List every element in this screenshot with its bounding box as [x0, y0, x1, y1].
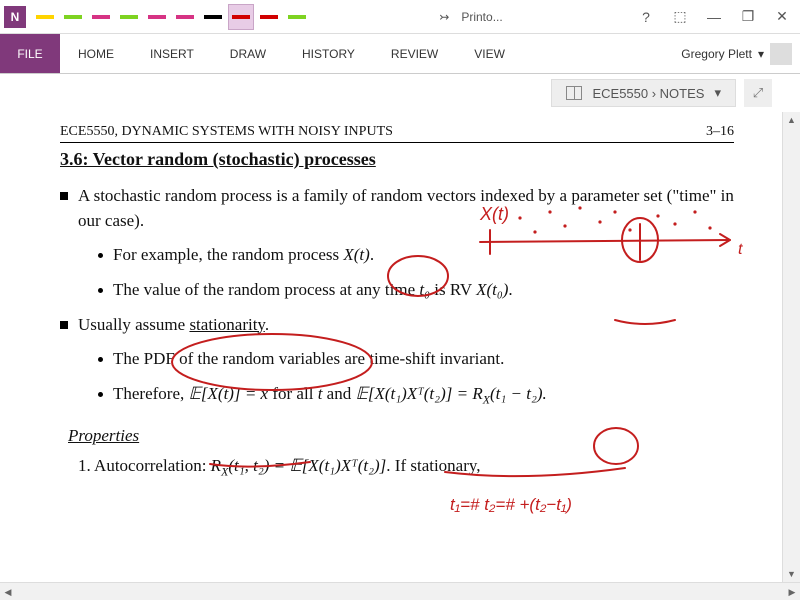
- scroll-right-button[interactable]: ▶: [784, 583, 800, 600]
- user-menu[interactable]: Gregory Plett ▾: [681, 34, 800, 73]
- dot-bullet-icon: [98, 253, 103, 258]
- minimize-button[interactable]: —: [700, 5, 728, 29]
- pen-red-2[interactable]: [256, 4, 282, 30]
- dot-bullet-icon: [98, 392, 103, 397]
- close-button[interactable]: ✕: [768, 5, 796, 29]
- avatar: [770, 43, 792, 65]
- bullet-1: A stochastic random process is a family …: [60, 184, 734, 233]
- breadcrumb-text: ECE5550 › NOTES: [592, 86, 704, 101]
- bullet-1b-text: The value of the random process at any t…: [113, 278, 513, 303]
- pen-pink-1[interactable]: [88, 4, 114, 30]
- help-button[interactable]: ?: [632, 5, 660, 29]
- fullscreen-button[interactable]: ⤢: [744, 79, 772, 107]
- pen-red-selected[interactable]: [228, 4, 254, 30]
- breadcrumb-caret-icon: ▾: [714, 85, 721, 101]
- tab-review[interactable]: REVIEW: [373, 34, 456, 73]
- bullet-2-text: Usually assume stationarity.: [78, 313, 269, 338]
- window-controls: ? ⬚ — ❐ ✕: [632, 5, 796, 29]
- user-caret-icon: ▾: [758, 47, 764, 61]
- bullet-2a: The PDF of the random variables are time…: [98, 347, 734, 372]
- app-icon: N: [4, 6, 26, 28]
- touch-mode-button[interactable]: ⬚: [666, 5, 694, 29]
- title-center: ↣ Printo...: [310, 10, 632, 24]
- dot-bullet-icon: [98, 288, 103, 293]
- tab-draw[interactable]: DRAW: [212, 34, 284, 73]
- restore-button[interactable]: ❐: [734, 5, 762, 29]
- tab-home[interactable]: HOME: [60, 34, 132, 73]
- properties-heading: Properties: [68, 426, 734, 446]
- pen-yellow[interactable]: [32, 4, 58, 30]
- user-name: Gregory Plett: [681, 47, 752, 61]
- pen-black[interactable]: [200, 4, 226, 30]
- doc-header: ECE5550, DYNAMIC SYSTEMS WITH NOISY INPU…: [60, 124, 734, 143]
- document-title: Printo...: [461, 10, 502, 24]
- bullet-2: Usually assume stationarity.: [60, 313, 734, 338]
- breadcrumb-bar: ECE5550 › NOTES ▾ ⤢: [0, 74, 800, 112]
- square-bullet-icon: [60, 321, 68, 329]
- file-tab[interactable]: FILE: [0, 34, 60, 73]
- scroll-track[interactable]: [16, 583, 784, 600]
- title-bar: N ↣ Printo... ? ⬚ — ❐ ✕: [0, 0, 800, 34]
- notebook-icon: [566, 86, 582, 100]
- bullet-1b: The value of the random process at any t…: [98, 278, 734, 303]
- bullet-2b-text: Therefore, 𝔼[X(t)] = x̄ for all t and 𝔼[…: [113, 382, 547, 409]
- pen-green-3[interactable]: [284, 4, 310, 30]
- page-content[interactable]: ECE5550, DYNAMIC SYSTEMS WITH NOISY INPU…: [0, 112, 782, 582]
- section-title: 3.6: Vector random (stochastic) processe…: [60, 149, 734, 170]
- vertical-scrollbar[interactable]: ▲ ▼: [782, 112, 800, 582]
- bullet-1a: For example, the random process X(t).: [98, 243, 734, 268]
- horizontal-scrollbar[interactable]: ◀ ▶: [0, 582, 800, 600]
- square-bullet-icon: [60, 192, 68, 200]
- bullet-2b: Therefore, 𝔼[X(t)] = x̄ for all t and 𝔼[…: [98, 382, 734, 409]
- pen-pink-2[interactable]: [144, 4, 170, 30]
- bullet-2a-text: The PDF of the random variables are time…: [113, 347, 504, 372]
- tab-view[interactable]: VIEW: [456, 34, 523, 73]
- scroll-down-button[interactable]: ▼: [783, 566, 800, 582]
- pen-green-2[interactable]: [116, 4, 142, 30]
- dot-bullet-icon: [98, 357, 103, 362]
- ribbon-tabs: FILE HOME INSERT DRAW HISTORY REVIEW VIE…: [0, 34, 800, 74]
- pen-green-1[interactable]: [60, 4, 86, 30]
- tab-insert[interactable]: INSERT: [132, 34, 212, 73]
- pen-tools: [32, 4, 310, 30]
- scroll-up-button[interactable]: ▲: [783, 112, 800, 128]
- pen-eraser[interactable]: [172, 4, 198, 30]
- overflow-icon[interactable]: ↣: [439, 10, 449, 24]
- numbered-1: 1. Autocorrelation: RX(t₁, t₂) = 𝔼[X(t₁)…: [78, 456, 734, 479]
- tab-history[interactable]: HISTORY: [284, 34, 373, 73]
- header-right: 3–16: [706, 124, 734, 140]
- header-left: ECE5550, DYNAMIC SYSTEMS WITH NOISY INPU…: [60, 124, 393, 140]
- scroll-left-button[interactable]: ◀: [0, 583, 16, 600]
- breadcrumb[interactable]: ECE5550 › NOTES ▾: [551, 79, 736, 107]
- bullet-1-text: A stochastic random process is a family …: [78, 184, 734, 233]
- bullet-1a-text: For example, the random process X(t).: [113, 243, 374, 268]
